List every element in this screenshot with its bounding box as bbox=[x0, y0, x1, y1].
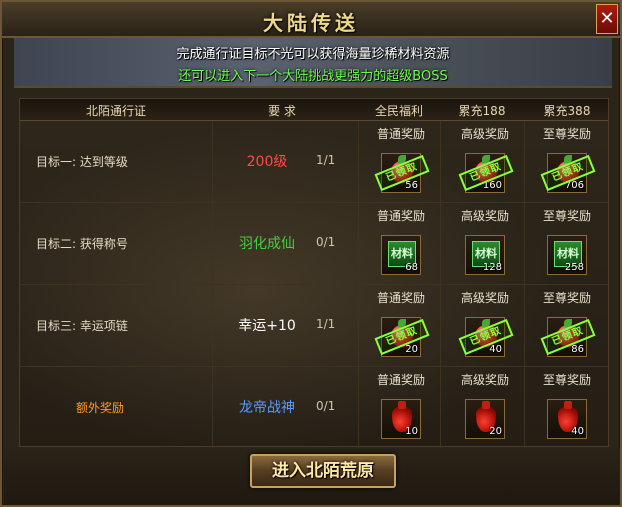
reward-quantity: 86 bbox=[571, 344, 584, 355]
column-divider bbox=[358, 203, 359, 284]
title-bar[interactable]: 大陆传送 ✕ bbox=[2, 2, 620, 38]
reward-slot[interactable]: 706 已领取 bbox=[540, 153, 596, 193]
reward-slot[interactable]: 材料 68 bbox=[381, 235, 421, 275]
table-row: 目标一: 达到等级 200级 1/1 普通奖励 56 已领取 高级奖励 160 已领取 至尊奖励 7… bbox=[20, 121, 608, 203]
reward-quantity: 40 bbox=[571, 426, 584, 437]
goal-label: 目标一: 达到等级 bbox=[36, 155, 128, 169]
table-row: 目标二: 获得称号 羽化成仙 0/1 普通奖励材料 68 高级奖励材料 128 至尊奖励材料 2… bbox=[20, 203, 608, 285]
transport-window: 大陆传送 ✕ 完成通行证目标不光可以获得海量珍稀材料资源 还可以进入下一个大陆挑… bbox=[0, 0, 622, 507]
header-free: 全民福利 bbox=[374, 104, 423, 118]
column-divider bbox=[358, 121, 359, 202]
reward-slot[interactable]: 20 已领取 bbox=[374, 317, 430, 357]
progress-value: 1/1 bbox=[316, 153, 336, 167]
reward-quantity: 258 bbox=[564, 262, 584, 273]
goal-label: 额外奖励 bbox=[76, 401, 125, 415]
reward-quantity: 40 bbox=[489, 344, 502, 355]
reward-slot[interactable]: 材料 128 bbox=[465, 235, 505, 275]
column-divider bbox=[358, 367, 359, 448]
table-row: 目标三: 幸运项链 幸运+10 1/1 普通奖励 20 已领取 高级奖励 40 已领取 至尊奖励 8… bbox=[20, 285, 608, 367]
header-recharge-188: 累充188 bbox=[458, 104, 506, 118]
tier-label: 高级奖励 bbox=[460, 291, 509, 305]
header-requirement: 要 求 bbox=[268, 104, 296, 118]
reward-quantity: 20 bbox=[405, 344, 418, 355]
reward-slot[interactable]: 40 已领取 bbox=[458, 317, 514, 357]
tier-label: 至尊奖励 bbox=[542, 209, 591, 223]
requirement-value: 200级 bbox=[246, 154, 288, 170]
reward-slot[interactable]: 20 bbox=[465, 399, 505, 439]
reward-quantity: 10 bbox=[405, 426, 418, 437]
reward-quantity: 56 bbox=[405, 180, 418, 191]
reward-quantity: 68 bbox=[405, 262, 418, 273]
pass-table: 北陌通行证 要 求 全民福利 累充188 累充388 目标一: 达到等级 200级… bbox=[19, 98, 609, 449]
info-banner: 完成通行证目标不光可以获得海量珍稀材料资源 还可以进入下一个大陆挑战更强力的超级… bbox=[14, 38, 612, 88]
requirement-value: 龙帝战神 bbox=[239, 400, 295, 416]
banner-line-1: 完成通行证目标不光可以获得海量珍稀材料资源 bbox=[176, 47, 450, 62]
tier-label: 普通奖励 bbox=[376, 127, 425, 141]
reward-slot[interactable]: 160 已领取 bbox=[458, 153, 514, 193]
table-row: 额外奖励 龙帝战神 0/1 普通奖励 10 高级奖励 20 至尊奖励 40 bbox=[20, 367, 608, 449]
progress-value: 0/1 bbox=[316, 399, 336, 413]
tier-label: 普通奖励 bbox=[376, 373, 425, 387]
close-button[interactable]: ✕ bbox=[596, 4, 618, 34]
tier-label: 普通奖励 bbox=[376, 291, 425, 305]
header-pass: 北陌通行证 bbox=[85, 104, 146, 118]
requirement-value: 幸运+10 bbox=[238, 318, 296, 334]
reward-quantity: 128 bbox=[482, 262, 502, 273]
banner-line-2: 还可以进入下一个大陆挑战更强力的超级BOSS bbox=[178, 69, 448, 84]
tier-label: 至尊奖励 bbox=[542, 291, 591, 305]
requirement-value: 羽化成仙 bbox=[239, 236, 295, 252]
reward-slot[interactable]: 40 bbox=[547, 399, 587, 439]
table-header: 北陌通行证 要 求 全民福利 累充188 累充388 bbox=[20, 99, 608, 121]
reward-slot[interactable]: 材料 258 bbox=[547, 235, 587, 275]
reward-slot[interactable]: 10 bbox=[381, 399, 421, 439]
column-divider bbox=[358, 285, 359, 366]
tier-label: 至尊奖励 bbox=[542, 127, 591, 141]
reward-slot[interactable]: 86 已领取 bbox=[540, 317, 596, 357]
tier-label: 高级奖励 bbox=[460, 127, 509, 141]
tier-label: 高级奖励 bbox=[460, 373, 509, 387]
window-title: 大陆传送 bbox=[263, 11, 359, 35]
tier-label: 高级奖励 bbox=[460, 209, 509, 223]
reward-quantity: 20 bbox=[489, 426, 502, 437]
reward-slot[interactable]: 56 已领取 bbox=[374, 153, 430, 193]
goal-label: 目标三: 幸运项链 bbox=[36, 319, 128, 333]
header-recharge-388: 累充388 bbox=[543, 104, 591, 118]
progress-value: 1/1 bbox=[316, 317, 336, 331]
goal-label: 目标二: 获得称号 bbox=[36, 237, 128, 251]
tier-label: 至尊奖励 bbox=[542, 373, 591, 387]
enter-beimo-button[interactable]: 进入北陌荒原 bbox=[250, 454, 396, 488]
tier-label: 普通奖励 bbox=[376, 209, 425, 223]
progress-value: 0/1 bbox=[316, 235, 336, 249]
